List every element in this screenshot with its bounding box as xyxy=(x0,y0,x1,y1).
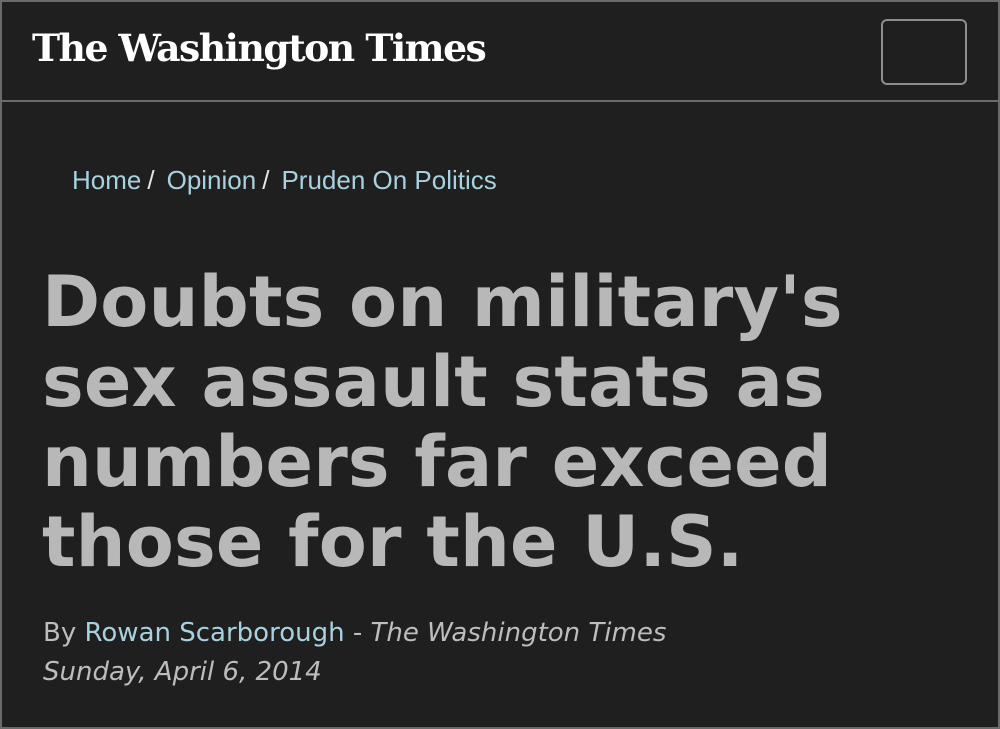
breadcrumb-opinion-link[interactable]: Opinion xyxy=(167,165,257,195)
menu-button[interactable] xyxy=(881,19,967,85)
article-byline: By Rowan Scarborough - The Washington Ti… xyxy=(43,618,666,648)
author-link[interactable]: Rowan Scarborough xyxy=(85,618,345,648)
page-frame: The Washington Times Home / Opinion / Pruden… xyxy=(0,0,1000,729)
byline-dash: - xyxy=(352,618,363,648)
breadcrumb-pruden-on-politics-link[interactable]: Pruden On Politics xyxy=(281,165,496,195)
article-headline: Doubts on military's sex assault stats a… xyxy=(42,261,843,583)
publication-name: The Washington Times xyxy=(370,618,667,648)
breadcrumb-separator: / xyxy=(262,165,270,195)
byline-prefix: By xyxy=(43,618,77,648)
breadcrumb: Home / Opinion / Pruden On Politics xyxy=(72,165,497,196)
article-date: Sunday, April 6, 2014 xyxy=(43,657,322,687)
breadcrumb-separator: / xyxy=(147,165,155,195)
site-header: The Washington Times xyxy=(2,2,998,102)
breadcrumb-home-link[interactable]: Home xyxy=(72,165,141,195)
site-logo[interactable]: The Washington Times xyxy=(32,26,487,70)
